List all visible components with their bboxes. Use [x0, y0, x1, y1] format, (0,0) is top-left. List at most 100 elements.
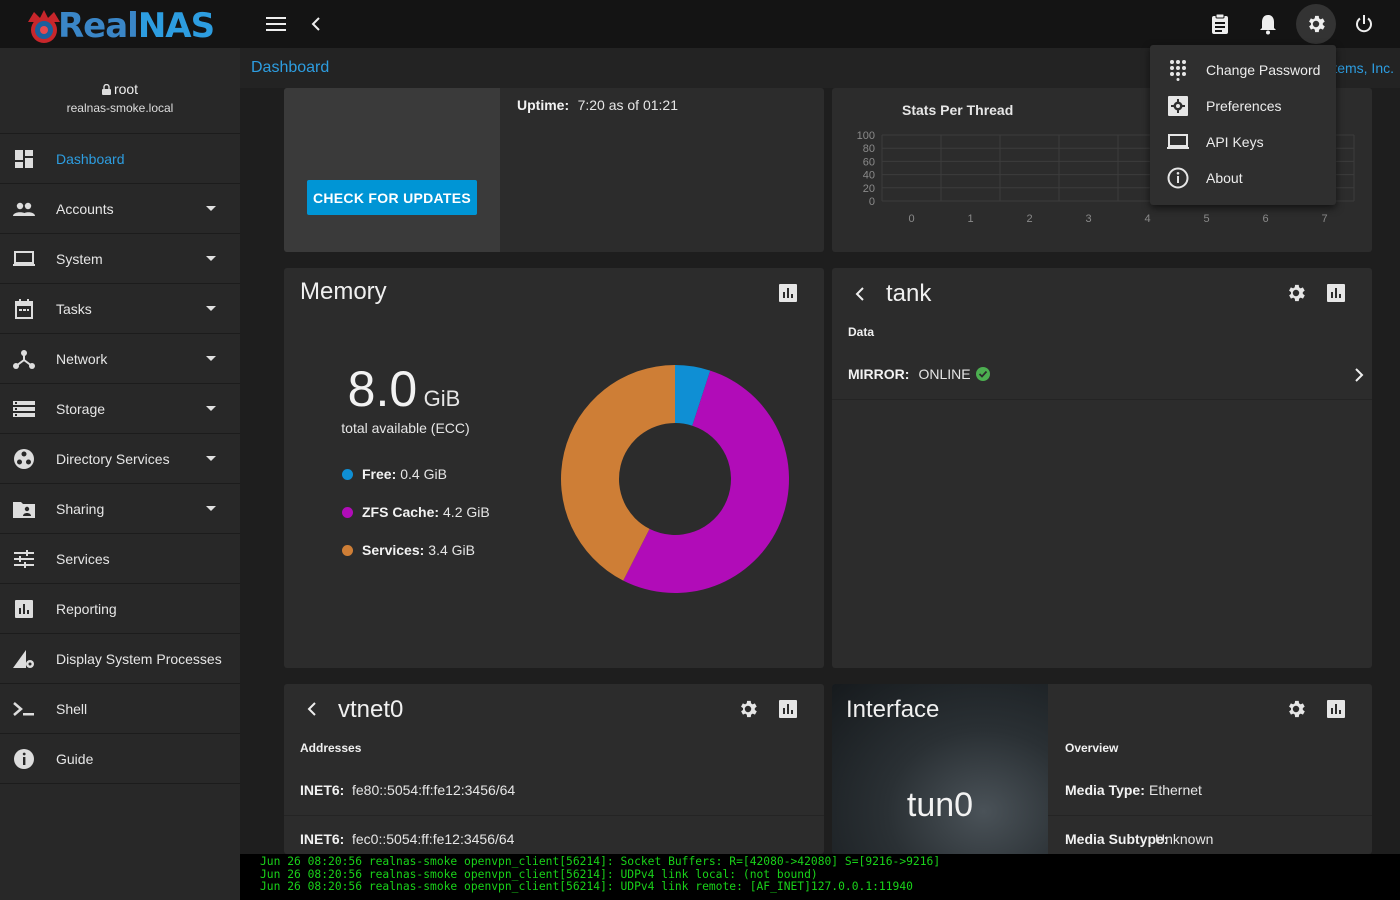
- menu-item-label: Change Password: [1206, 62, 1321, 78]
- copyright-link[interactable]: tems, Inc.: [1333, 60, 1394, 76]
- menu-item-label: API Keys: [1206, 134, 1264, 150]
- clipboard-icon: [1212, 13, 1228, 34]
- interface-title: Interface: [846, 696, 940, 723]
- menu-item-change-password[interactable]: Change Password: [1150, 52, 1336, 88]
- memory-card: Memory 8.0 GiB total available (ECC) Fre…: [284, 268, 824, 668]
- vdev-status: ONLINE: [918, 366, 971, 382]
- list-item: Media Type: Ethernet: [1048, 768, 1372, 816]
- x-tick-label: 1: [967, 213, 973, 225]
- info-icon: [12, 747, 36, 771]
- pool-reports-button[interactable]: [1324, 281, 1348, 305]
- sidebar-item-display-system-processes[interactable]: Display System Processes: [0, 634, 240, 684]
- sidebar-item-label: Directory Services: [56, 450, 170, 467]
- power-icon: [1356, 15, 1372, 33]
- caret-down-icon: [206, 456, 216, 461]
- gear-icon: [1289, 284, 1305, 302]
- sidebar-item-accounts[interactable]: Accounts: [0, 184, 240, 234]
- nic-reports-button[interactable]: [776, 697, 800, 721]
- storage-icon: [12, 397, 36, 421]
- legend-label: Free:: [362, 466, 397, 482]
- menu-toggle-button[interactable]: [256, 4, 296, 44]
- sidebar-item-sharing[interactable]: Sharing: [0, 484, 240, 534]
- dashboard-icon: [12, 147, 36, 171]
- list-item: INET6: fe80::5054:ff:fe12:3456/64: [284, 768, 824, 816]
- interface-field-value: Ethernet: [1149, 782, 1202, 798]
- menu-item-about[interactable]: About: [1150, 160, 1336, 196]
- check-for-updates-button[interactable]: CHECK FOR UPDATES: [307, 180, 477, 215]
- nic-title: vtnet0: [338, 696, 404, 723]
- memory-total-value: 8.0: [347, 361, 418, 417]
- x-tick-label: 3: [1085, 213, 1091, 225]
- breadcrumb-current[interactable]: Dashboard: [251, 59, 329, 77]
- sidebar-item-shell[interactable]: Shell: [0, 684, 240, 734]
- x-tick-label: 0: [908, 213, 914, 225]
- task-manager-button[interactable]: [1200, 4, 1240, 44]
- sidebar-item-label: System: [56, 250, 103, 267]
- sidebar-item-label: Services: [56, 550, 110, 567]
- alerts-button[interactable]: [1248, 4, 1288, 44]
- collapse-sidebar-button[interactable]: [296, 4, 336, 44]
- nic-section-heading: Addresses: [300, 741, 362, 755]
- interface-section-heading: Overview: [1065, 741, 1119, 755]
- console-line: Jun 26 08:20:56 realnas-smoke openvpn_cl…: [260, 880, 913, 893]
- sidebar-item-guide[interactable]: Guide: [0, 734, 240, 784]
- pool-card: tank Data MIRROR: ONLINE: [832, 268, 1372, 668]
- list-item: Media Subtype: Unknown: [1048, 817, 1372, 854]
- sidebar-item-storage[interactable]: Storage: [0, 384, 240, 434]
- chart-icon: [1327, 700, 1345, 718]
- menu-item-api-keys[interactable]: API Keys: [1150, 124, 1336, 160]
- sidebar-item-services[interactable]: Services: [0, 534, 240, 584]
- laptop-icon: [1166, 130, 1190, 154]
- menu-item-preferences[interactable]: Preferences: [1150, 88, 1336, 124]
- system-info-card: CHECK FOR UPDATES Uptime: 7:20 as of 01:…: [284, 88, 824, 252]
- pool-title: tank: [886, 280, 932, 307]
- sidebar-item-reporting[interactable]: Reporting: [0, 584, 240, 634]
- legend-label: ZFS Cache:: [362, 504, 440, 520]
- people-icon: [12, 197, 36, 221]
- pool-section-heading: Data: [848, 325, 875, 339]
- memory-reports-button[interactable]: [776, 281, 800, 305]
- pool-vdev-row[interactable]: MIRROR: ONLINE: [832, 356, 1372, 400]
- console-log: Jun 26 08:20:56 realnas-smoke openvpn_cl…: [240, 854, 1400, 900]
- legend-swatch: [342, 468, 353, 480]
- sidebar-item-dashboard[interactable]: Dashboard: [0, 134, 240, 184]
- y-tick-label: 60: [863, 156, 875, 168]
- tune-icon: [12, 547, 36, 571]
- app-logo[interactable]: RealNAS: [24, 6, 215, 46]
- memory-donut-chart: [561, 365, 789, 593]
- legend-swatch: [342, 506, 353, 518]
- vdev-label: MIRROR:: [848, 366, 910, 382]
- sidebar: root realnas-smoke.local Dashboard Accou…: [0, 48, 240, 900]
- laptop-icon: [12, 247, 36, 271]
- network-icon: [12, 347, 36, 371]
- sidebar-item-tasks[interactable]: Tasks: [0, 284, 240, 334]
- chart-icon: [1327, 284, 1345, 302]
- nic-back-button[interactable]: [300, 697, 324, 721]
- top-bar: RealNAS: [0, 0, 1400, 48]
- pool-settings-button[interactable]: [1284, 281, 1308, 305]
- nic-settings-button[interactable]: [736, 697, 760, 721]
- menu-item-label: Preferences: [1206, 98, 1282, 114]
- interface-field-value: Unknown: [1155, 831, 1214, 847]
- interface-image-panel: Interface tun0: [832, 684, 1048, 854]
- chart-icon: [12, 597, 36, 621]
- interface-reports-button[interactable]: [1324, 697, 1348, 721]
- sidebar-item-directory-services[interactable]: Directory Services: [0, 434, 240, 484]
- settings-button[interactable]: [1296, 4, 1336, 44]
- gear-icon: [1309, 15, 1325, 33]
- interface-name: tun0: [906, 786, 974, 824]
- address-value: fec0::5054:ff:fe12:3456/64: [352, 831, 515, 847]
- legend-value: 3.4 GiB: [428, 542, 475, 558]
- caret-down-icon: [206, 306, 216, 311]
- sidebar-item-network[interactable]: Network: [0, 334, 240, 384]
- info-outline-icon: [1166, 166, 1190, 190]
- power-button[interactable]: [1344, 4, 1384, 44]
- legend-label: Services:: [362, 542, 425, 558]
- y-tick-label: 40: [863, 170, 875, 182]
- sidebar-item-system[interactable]: System: [0, 234, 240, 284]
- chevron-left-icon: [311, 17, 320, 31]
- memory-total-unit: GiB: [423, 386, 461, 411]
- interface-settings-button[interactable]: [1284, 697, 1308, 721]
- pool-back-button[interactable]: [848, 282, 872, 306]
- gear-icon: [1289, 700, 1305, 718]
